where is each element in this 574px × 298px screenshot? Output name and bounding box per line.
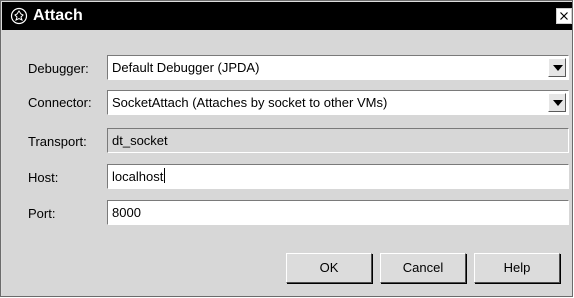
connector-combo[interactable]: SocketAttach (Attaches by socket to othe… xyxy=(107,90,569,115)
ok-button[interactable]: OK xyxy=(286,253,372,283)
connector-label: Connector: xyxy=(28,95,92,110)
port-value: 8000 xyxy=(112,205,141,220)
transport-field: dt_socket xyxy=(107,128,569,153)
host-label: Host: xyxy=(28,170,59,185)
help-button[interactable]: Help xyxy=(474,253,560,283)
title-bar: Attach xyxy=(2,2,572,30)
transport-label: Transport: xyxy=(28,134,87,149)
debugger-label: Debugger: xyxy=(28,61,89,76)
text-caret xyxy=(164,168,166,183)
host-value: localhost xyxy=(112,169,164,184)
chevron-down-icon[interactable] xyxy=(548,58,566,77)
transport-value: dt_socket xyxy=(112,133,168,148)
window-title: Attach xyxy=(33,7,83,24)
close-icon[interactable] xyxy=(556,8,572,24)
host-field[interactable]: localhost xyxy=(107,164,569,189)
cancel-button[interactable]: Cancel xyxy=(380,253,466,283)
debugger-value: Default Debugger (JPDA) xyxy=(112,60,260,75)
port-field[interactable]: 8000 xyxy=(107,200,569,225)
dialog-body: Debugger: Default Debugger (JPDA) Connec… xyxy=(2,30,572,296)
port-label: Port: xyxy=(28,206,56,221)
attach-dialog: Attach Debugger: Default Debugger (JPDA)… xyxy=(0,0,573,297)
chevron-down-icon[interactable] xyxy=(548,93,566,112)
debugger-combo[interactable]: Default Debugger (JPDA) xyxy=(107,55,569,80)
debugger-bug-icon xyxy=(10,7,28,25)
connector-value: SocketAttach (Attaches by socket to othe… xyxy=(112,95,388,110)
